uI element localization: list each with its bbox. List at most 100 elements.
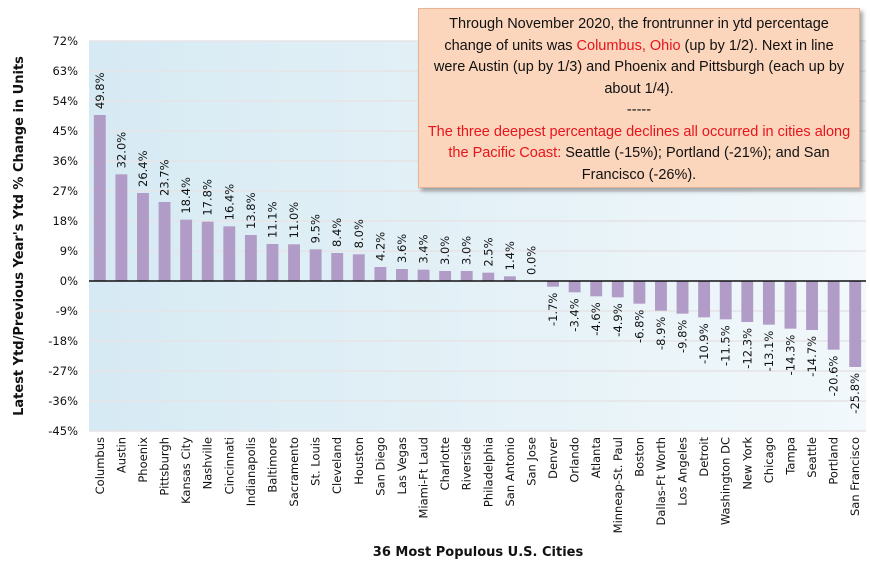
y-tick-label: 72% bbox=[52, 34, 78, 48]
x-axis-title: 36 Most Populous U.S. Cities bbox=[373, 545, 584, 560]
data-label: -20.6% bbox=[827, 356, 841, 397]
bar bbox=[137, 193, 149, 281]
bar bbox=[266, 244, 279, 281]
bar bbox=[352, 254, 365, 281]
x-tick-label: Kansas City bbox=[179, 437, 193, 504]
data-label: 8.0% bbox=[352, 219, 366, 248]
bar bbox=[439, 271, 452, 281]
data-label: 16.4% bbox=[222, 184, 236, 221]
data-label: 9.5% bbox=[309, 214, 323, 243]
bar bbox=[158, 202, 171, 281]
bar bbox=[331, 253, 344, 281]
data-label: -1.7% bbox=[546, 293, 560, 326]
data-label: 4.2% bbox=[373, 232, 387, 261]
data-label: 18.4% bbox=[179, 177, 193, 214]
x-tick-label: Portland bbox=[827, 437, 841, 485]
y-tick-label: -36% bbox=[48, 394, 78, 408]
x-tick-label: Dallas-Ft Worth bbox=[654, 437, 668, 526]
data-label: -3.4% bbox=[568, 298, 582, 331]
data-label: -6.8% bbox=[632, 310, 646, 343]
data-label: 11.0% bbox=[287, 202, 301, 239]
bar bbox=[309, 249, 322, 281]
annotation-box: Through November 2020, the frontrunner i… bbox=[418, 8, 860, 188]
data-label: 0.0% bbox=[524, 246, 538, 275]
data-label: 2.5% bbox=[481, 237, 495, 266]
x-tick-label: Sacramento bbox=[287, 437, 301, 507]
x-tick-label: Atlanta bbox=[589, 437, 603, 478]
x-tick-label: Las Vegas bbox=[395, 437, 409, 495]
x-tick-label: San Diego bbox=[373, 437, 387, 496]
y-tick-label: -9% bbox=[56, 304, 78, 318]
y-tick-label: 54% bbox=[52, 94, 78, 108]
y-tick-label: 36% bbox=[52, 154, 78, 168]
data-label: 11.1% bbox=[265, 201, 279, 238]
x-tick-label: Detroit bbox=[697, 437, 711, 477]
y-tick-label: 0% bbox=[60, 274, 78, 288]
bar bbox=[223, 226, 236, 281]
annotation-para2-post: Seattle (-15%); Portland (-21%); and San… bbox=[561, 145, 830, 183]
bar bbox=[374, 267, 387, 281]
x-tick-label: Washington DC bbox=[719, 437, 733, 525]
x-tick-label: Boston bbox=[632, 437, 646, 477]
bar bbox=[611, 281, 624, 298]
bar bbox=[547, 281, 559, 287]
bar bbox=[288, 244, 300, 281]
data-label: 23.7% bbox=[158, 159, 172, 196]
x-tick-label: Charlotte bbox=[438, 437, 452, 490]
data-label: -11.5% bbox=[719, 325, 733, 366]
x-axis-ticks: Columbus Austin Phoenix Pittsburgh Kansas Ci… bbox=[93, 437, 862, 534]
y-tick-label: -18% bbox=[48, 334, 78, 348]
data-label: -13.1% bbox=[762, 331, 776, 372]
data-label: -4.9% bbox=[611, 303, 625, 336]
x-tick-label: Pittsburgh bbox=[158, 437, 172, 496]
x-tick-label: San Francisco bbox=[848, 437, 862, 516]
data-label: 3.0% bbox=[460, 236, 474, 265]
data-label: -25.8% bbox=[848, 373, 862, 414]
x-tick-label: Los Angeles bbox=[676, 437, 690, 506]
data-label: 13.8% bbox=[244, 192, 258, 229]
data-label: 1.4% bbox=[503, 241, 517, 270]
data-label: 8.4% bbox=[330, 218, 344, 247]
data-label: 3.0% bbox=[438, 236, 452, 265]
data-label: -14.3% bbox=[783, 335, 797, 376]
data-label: -10.9% bbox=[697, 323, 711, 364]
annotation-highlight-columbus: Columbus, Ohio bbox=[576, 37, 681, 54]
x-tick-label: San Jose bbox=[524, 437, 538, 486]
bar bbox=[633, 281, 646, 304]
y-axis-title: Latest Ytd/Previous Year's Ytd % Change … bbox=[12, 56, 27, 416]
x-tick-label: St. Louis bbox=[309, 437, 323, 486]
x-tick-label: Tampa bbox=[783, 437, 797, 476]
data-label: 3.6% bbox=[395, 234, 409, 263]
bar bbox=[93, 115, 106, 281]
x-tick-label: Cincinnati bbox=[222, 437, 236, 494]
data-label: -8.9% bbox=[654, 317, 668, 350]
bar bbox=[762, 281, 775, 325]
y-tick-label: 63% bbox=[52, 64, 78, 78]
bar bbox=[460, 271, 473, 281]
data-label: 3.4% bbox=[417, 234, 431, 263]
x-tick-label: Miami-Ft Laud bbox=[417, 437, 431, 519]
x-tick-label: New York bbox=[740, 437, 754, 490]
x-tick-label: Orlando bbox=[568, 437, 582, 483]
bar bbox=[180, 219, 193, 281]
x-tick-label: Nashville bbox=[201, 437, 215, 489]
y-axis-ticks: 72% 63% 54% 45% 36% 27% 18% 9% 0% -9% -18% -27% -36%… bbox=[48, 34, 78, 438]
bar bbox=[201, 221, 214, 281]
bar bbox=[655, 281, 667, 311]
x-tick-label: Denver bbox=[546, 437, 560, 479]
data-label: 26.4% bbox=[136, 150, 150, 187]
y-tick-label: 27% bbox=[52, 184, 78, 198]
bar bbox=[115, 174, 128, 281]
x-tick-label: Cleveland bbox=[330, 437, 344, 494]
bar bbox=[396, 269, 408, 281]
data-label: 49.8% bbox=[93, 72, 107, 109]
x-tick-label: Chicago bbox=[762, 437, 776, 483]
x-tick-label: Riverside bbox=[460, 437, 474, 490]
data-label: 32.0% bbox=[114, 132, 128, 169]
y-tick-label: 9% bbox=[60, 244, 78, 258]
bar bbox=[698, 281, 711, 318]
x-tick-label: Austin bbox=[114, 437, 128, 473]
bar bbox=[482, 272, 495, 281]
bar bbox=[719, 281, 732, 320]
y-tick-label: 45% bbox=[52, 124, 78, 138]
